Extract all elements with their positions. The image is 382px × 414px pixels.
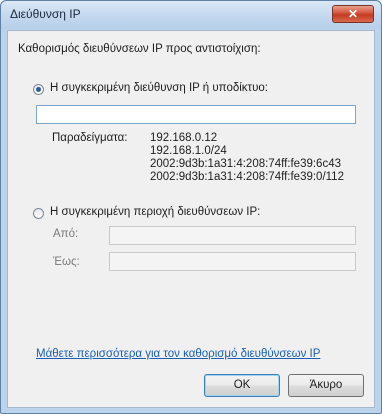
example-item: 192.168.1.0/24 (150, 145, 227, 157)
address-range-radio[interactable] (33, 208, 44, 219)
learn-more-link[interactable]: Μάθετε περισσότερα για τον καθορισμό διε… (36, 348, 320, 360)
range-from-input[interactable] (109, 226, 356, 245)
title-bar[interactable]: Διεύθυνση IP ✕ (1, 1, 381, 29)
example-item: 2002:9d3b:1a31:4:208:74ff:fe39:6c43 (150, 158, 341, 170)
dialog-heading: Καθορισμός διευθύνσεων IP προς αντιστοίχ… (18, 43, 261, 55)
example-item: 2002:9d3b:1a31:4:208:74ff:fe39:0/112 (150, 171, 344, 183)
examples-list: 192.168.0.12 192.168.1.0/24 2002:9d3b:1a… (150, 132, 344, 184)
ok-button[interactable]: OK (204, 374, 280, 397)
cancel-button[interactable]: Άκυρο (288, 374, 364, 397)
specific-address-radio[interactable] (33, 84, 44, 95)
examples-label: Παραδείγματα: (52, 132, 128, 144)
ip-address-dialog: Διεύθυνση IP ✕ Καθορισμός διευθύνσεων IP… (0, 0, 382, 414)
example-item: 192.168.0.12 (150, 132, 218, 144)
ip-address-input[interactable] (36, 105, 356, 124)
to-label: Έως: (53, 256, 80, 268)
close-button[interactable]: ✕ (332, 5, 374, 23)
from-label: Από: (53, 228, 79, 240)
address-range-label[interactable]: Η συγκεκριμένη περιοχή διευθύνσεων IP: (50, 206, 260, 218)
range-to-input[interactable] (109, 252, 356, 271)
close-icon: ✕ (347, 7, 359, 21)
specific-address-label[interactable]: Η συγκεκριμένη διεύθυνση IP ή υποδίκτυο: (50, 82, 268, 94)
dialog-body: Καθορισμός διευθύνσεων IP προς αντιστοίχ… (7, 30, 375, 408)
window-title: Διεύθυνση IP (10, 7, 81, 21)
